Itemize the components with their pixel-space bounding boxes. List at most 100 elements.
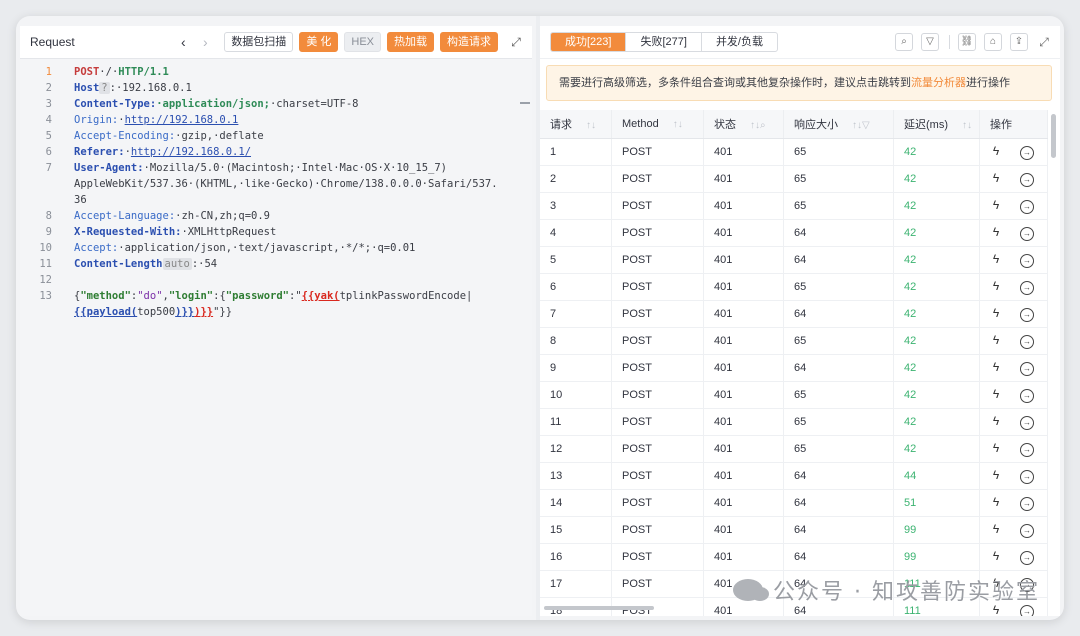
traffic-analyzer-link[interactable]: 流量分析器: [911, 77, 966, 89]
lightning-icon[interactable]: ϟ: [988, 171, 1004, 185]
cell-method: POST: [611, 462, 704, 490]
cell-request: 17: [540, 570, 612, 598]
lightning-icon[interactable]: ϟ: [988, 441, 1004, 455]
col-status[interactable]: 状态 ↑↓⌕: [703, 110, 784, 139]
link-icon[interactable]: ⛓: [958, 33, 976, 51]
cell-delay: 42: [893, 381, 980, 409]
col-size[interactable]: 响应大小 ↑↓▽: [783, 110, 894, 139]
arrow-circle-icon[interactable]: →: [1020, 281, 1034, 295]
arrow-circle-icon[interactable]: →: [1020, 200, 1034, 214]
cell-actions: ϟ →: [979, 489, 1048, 517]
beautify-button[interactable]: 美 化: [299, 32, 339, 52]
filter-icon[interactable]: ▽: [921, 33, 939, 51]
horizontal-scrollbar[interactable]: [544, 606, 654, 610]
table-row[interactable]: 8 POST 401 65 42 ϟ →: [540, 327, 1048, 355]
clean-icon[interactable]: ⌂: [984, 33, 1002, 51]
lightning-icon[interactable]: ϟ: [988, 333, 1004, 347]
lightning-icon[interactable]: ϟ: [988, 549, 1004, 563]
line-number: 8: [45, 210, 52, 222]
arrow-circle-icon[interactable]: →: [1020, 254, 1034, 268]
results-table: 请求 ↑↓ Method ↑↓ 状态 ↑↓⌕ 响应大小 ↑↓▽ 延迟(ms) ↑↓ 操作 …: [540, 110, 1048, 616]
col-request[interactable]: 请求 ↑↓: [540, 110, 612, 139]
cell-status: 401: [703, 219, 784, 247]
lightning-icon[interactable]: ϟ: [988, 495, 1004, 509]
search-icon[interactable]: ⌕: [895, 33, 913, 51]
table-row[interactable]: 9 POST 401 64 42 ϟ →: [540, 354, 1048, 382]
sort-icon[interactable]: ↑↓: [586, 120, 596, 131]
arrow-circle-icon[interactable]: →: [1020, 389, 1034, 403]
tab-success[interactable]: 成功[223]: [551, 33, 627, 51]
arrow-circle-icon[interactable]: →: [1020, 443, 1034, 457]
sort-search-icon[interactable]: ↑↓⌕: [750, 120, 766, 131]
table-row[interactable]: 10 POST 401 65 42 ϟ →: [540, 381, 1048, 409]
cell-delay: 42: [893, 246, 980, 274]
arrow-circle-icon[interactable]: →: [1020, 470, 1034, 484]
lightning-icon[interactable]: ϟ: [988, 387, 1004, 401]
lightning-icon[interactable]: ϟ: [988, 225, 1004, 239]
lightning-icon[interactable]: ϟ: [988, 252, 1004, 266]
arrow-circle-icon[interactable]: →: [1020, 362, 1034, 376]
lightning-icon[interactable]: ϟ: [988, 306, 1004, 320]
hot-load-button[interactable]: 热加载: [387, 32, 434, 52]
cell-request: 10: [540, 381, 612, 409]
packet-scan-button[interactable]: 数据包扫描: [224, 32, 294, 52]
table-row[interactable]: 1 POST 401 65 42 ϟ →: [540, 138, 1048, 166]
lightning-icon[interactable]: ϟ: [988, 522, 1004, 536]
table-row[interactable]: 3 POST 401 65 42 ϟ →: [540, 192, 1048, 220]
fullscreen-icon[interactable]: ⤢: [1036, 34, 1052, 50]
cell-size: 65: [783, 192, 894, 220]
arrow-circle-icon[interactable]: →: [1020, 227, 1034, 241]
cell-request: 1: [540, 138, 612, 166]
request-editor[interactable]: 1 2 3 4 5 6 7 8 9 10 11 12 13 POST·/·HTT…: [20, 64, 532, 616]
arrow-circle-icon[interactable]: →: [1020, 335, 1034, 349]
expand-icon[interactable]: ⤢: [506, 35, 526, 50]
arrow-circle-icon[interactable]: →: [1020, 497, 1034, 511]
build-request-button[interactable]: 构造请求: [440, 32, 498, 52]
cell-request: 2: [540, 165, 612, 193]
export-icon[interactable]: ⇪: [1010, 33, 1028, 51]
cell-request: 15: [540, 516, 612, 544]
lightning-icon[interactable]: ϟ: [988, 414, 1004, 428]
cell-method: POST: [611, 246, 704, 274]
table-row[interactable]: 4 POST 401 64 42 ϟ →: [540, 219, 1048, 247]
back-arrow-icon[interactable]: ‹: [174, 34, 192, 50]
col-method[interactable]: Method ↑↓: [611, 110, 704, 139]
tab-concurrency[interactable]: 并发/负载: [702, 33, 777, 51]
cell-size: 64: [783, 246, 894, 274]
arrow-circle-icon[interactable]: →: [1020, 173, 1034, 187]
lightning-icon[interactable]: ϟ: [988, 360, 1004, 374]
arrow-circle-icon[interactable]: →: [1020, 605, 1034, 616]
table-row[interactable]: 7 POST 401 64 42 ϟ →: [540, 300, 1048, 328]
code-line-5: Accept-Encoding:·gzip,·deflate: [74, 130, 264, 142]
table-row[interactable]: 16 POST 401 64 99 ϟ →: [540, 543, 1048, 571]
line-number: 13: [39, 290, 52, 302]
arrow-circle-icon[interactable]: →: [1020, 308, 1034, 322]
notice-text: 需要进行高级筛选，多条件组合查询或其他复杂操作时，建议点击跳转到: [559, 77, 911, 89]
table-row[interactable]: 5 POST 401 64 42 ϟ →: [540, 246, 1048, 274]
vertical-scrollbar[interactable]: [1051, 114, 1056, 158]
table-row[interactable]: 6 POST 401 65 42 ϟ →: [540, 273, 1048, 301]
lightning-icon[interactable]: ϟ: [988, 144, 1004, 158]
lightning-icon[interactable]: ϟ: [988, 468, 1004, 482]
table-row[interactable]: 12 POST 401 65 42 ϟ →: [540, 435, 1048, 463]
lightning-icon[interactable]: ϟ: [988, 279, 1004, 293]
table-row[interactable]: 15 POST 401 64 99 ϟ →: [540, 516, 1048, 544]
arrow-circle-icon[interactable]: →: [1020, 524, 1034, 538]
table-row[interactable]: 14 POST 401 64 51 ϟ →: [540, 489, 1048, 517]
table-row[interactable]: 11 POST 401 65 42 ϟ →: [540, 408, 1048, 436]
table-row[interactable]: 2 POST 401 65 42 ϟ →: [540, 165, 1048, 193]
results-table-wrap: 请求 ↑↓ Method ↑↓ 状态 ↑↓⌕ 响应大小 ↑↓▽ 延迟(ms) ↑↓ 操作 …: [540, 110, 1048, 616]
sort-icon[interactable]: ↑↓: [962, 120, 972, 131]
tab-failed[interactable]: 失败[277]: [626, 33, 702, 51]
sort-icon[interactable]: ↑↓: [673, 119, 683, 130]
cell-delay: 42: [893, 408, 980, 436]
lightning-icon[interactable]: ϟ: [988, 198, 1004, 212]
forward-arrow-icon[interactable]: ›: [196, 34, 214, 50]
sort-filter-icon[interactable]: ↑↓▽: [852, 120, 870, 131]
arrow-circle-icon[interactable]: →: [1020, 551, 1034, 565]
table-row[interactable]: 13 POST 401 64 44 ϟ →: [540, 462, 1048, 490]
hex-button[interactable]: HEX: [344, 32, 381, 52]
arrow-circle-icon[interactable]: →: [1020, 146, 1034, 160]
arrow-circle-icon[interactable]: →: [1020, 416, 1034, 430]
col-delay[interactable]: 延迟(ms) ↑↓: [893, 110, 980, 139]
